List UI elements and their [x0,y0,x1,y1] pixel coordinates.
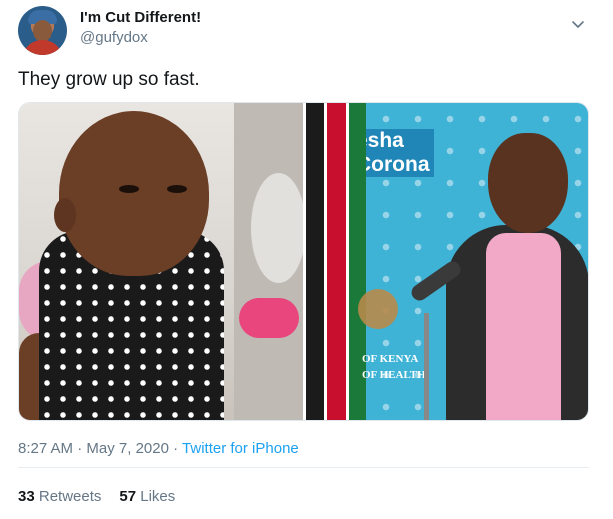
tweet-text: They grow up so fast. [18,69,200,90]
baby-head [59,111,209,276]
coat-of-arms [358,289,398,329]
likes-stat[interactable]: 57 Likes [119,488,175,505]
likes-count: 57 [119,488,137,505]
avatar-shirt [22,40,63,55]
meta-separator: · [77,440,83,457]
retweets-stat[interactable]: 33 Retweets [18,488,101,505]
tweet-date[interactable]: May 7, 2020 [86,440,169,457]
tweet-media[interactable]: esha Corona OF KENYA OF HEALTH [18,102,589,421]
ministry-text: OF KENYA OF HEALTH [362,353,426,381]
avatar[interactable] [18,6,67,55]
divider [18,467,589,468]
media-image-right[interactable]: esha Corona OF KENYA OF HEALTH [306,103,588,420]
pink-toy [239,298,299,338]
mic-stand [424,313,429,420]
man-shirt [486,233,561,420]
user-handle[interactable]: @gufydox [80,29,148,46]
tweet-stats: 33 Retweets 57 Likes [18,488,175,505]
kenya-flag [306,103,366,420]
retweets-count: 33 [18,488,35,505]
retweets-label: Retweets [38,488,102,505]
display-name[interactable]: I'm Cut Different! [80,9,201,26]
baby-eye-right [167,185,187,193]
man-head [488,133,568,233]
baby-ear [54,198,76,232]
media-image-left[interactable] [19,103,306,420]
tweet-source-link[interactable]: Twitter for iPhone [182,440,299,457]
avatar-face [33,20,52,42]
tweet-meta: 8:27 AM · May 7, 2020 · Twitter for iPho… [18,440,299,457]
meta-separator: · [173,440,179,457]
tweet-time[interactable]: 8:27 AM [18,440,73,457]
chevron-down-icon[interactable] [570,16,586,32]
baby-eye-left [119,185,139,193]
likes-label: Likes [140,488,176,505]
balloon [251,173,306,283]
